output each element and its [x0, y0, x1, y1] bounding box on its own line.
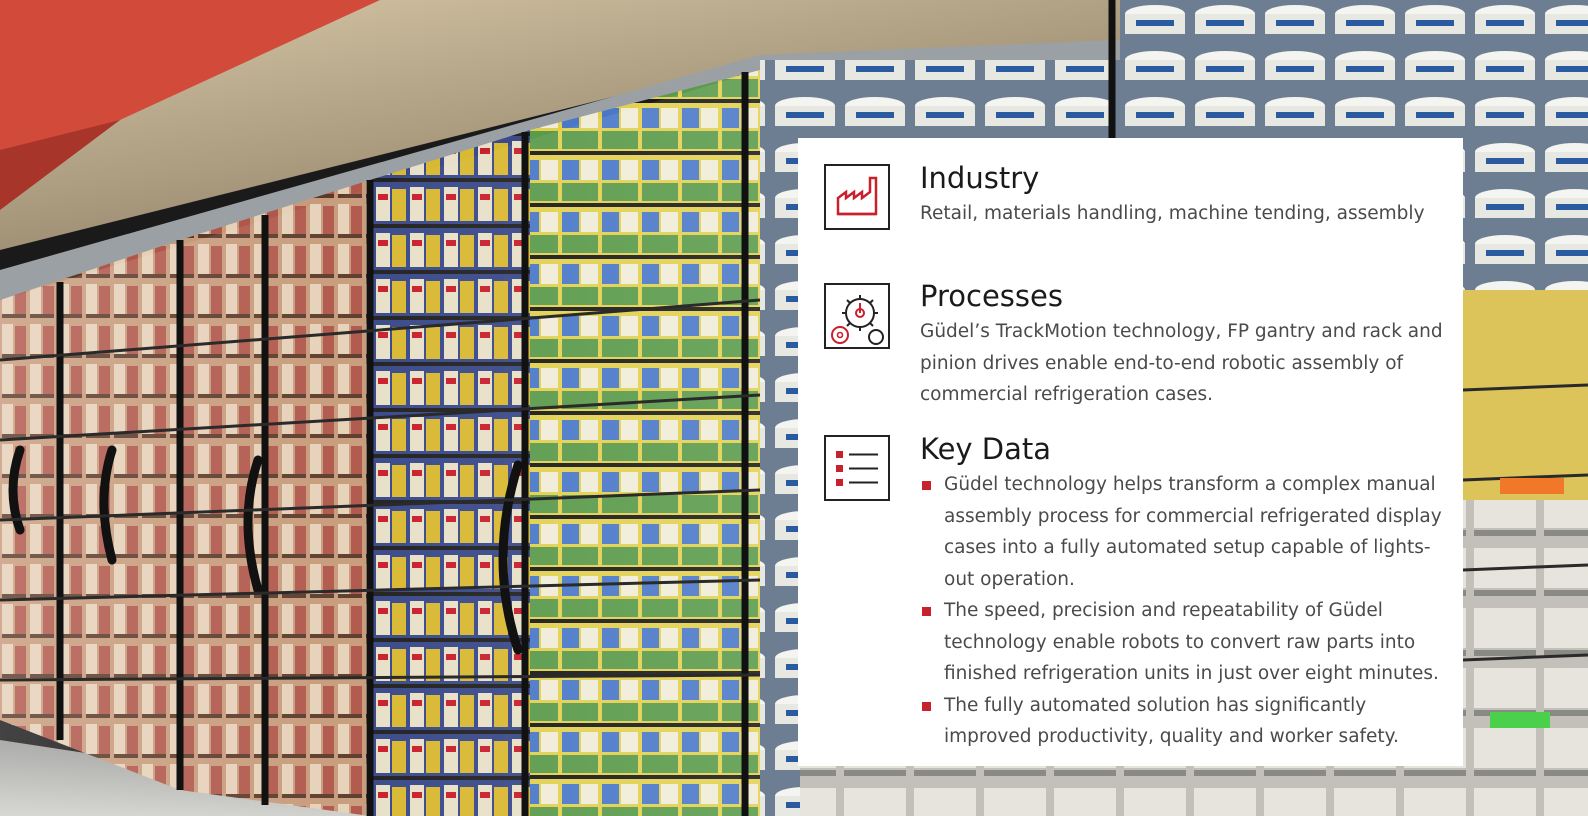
- industry-section: Industry Retail, materials handling, mac…: [920, 160, 1445, 230]
- bullet-square-icon: [922, 607, 931, 616]
- industry-title: Industry: [920, 161, 1040, 195]
- key-data-item-text: The speed, precision and repeatability o…: [944, 600, 1439, 684]
- industry-text: Retail, materials handling, machine tend…: [920, 203, 1425, 224]
- key-data-title: Key Data: [920, 432, 1052, 466]
- bullet-square-icon: [922, 481, 931, 490]
- gears-icon: [824, 283, 890, 349]
- key-data-item-text: Güdel technology helps transform a compl…: [944, 474, 1442, 590]
- key-data-item: Güdel technology helps transform a compl…: [920, 469, 1445, 595]
- processes-text: Güdel’s TrackMotion technology, FP gantr…: [920, 321, 1443, 405]
- list-icon: [824, 435, 890, 501]
- key-data-item: The fully automated solution has signifi…: [920, 690, 1445, 753]
- key-data-section: Key Data Güdel technology helps transfor…: [920, 431, 1445, 753]
- info-panel: Industry Retail, materials handling, mac…: [798, 138, 1463, 766]
- bullet-square-icon: [922, 701, 931, 711]
- processes-section: Processes Güdel’s TrackMotion technology…: [920, 278, 1445, 411]
- key-data-item-text: The fully automated solution has signifi…: [944, 694, 1399, 748]
- factory-icon: [824, 164, 890, 230]
- processes-title: Processes: [920, 279, 1063, 313]
- key-data-list: Güdel technology helps transform a compl…: [920, 469, 1445, 753]
- key-data-item: The speed, precision and repeatability o…: [920, 595, 1445, 690]
